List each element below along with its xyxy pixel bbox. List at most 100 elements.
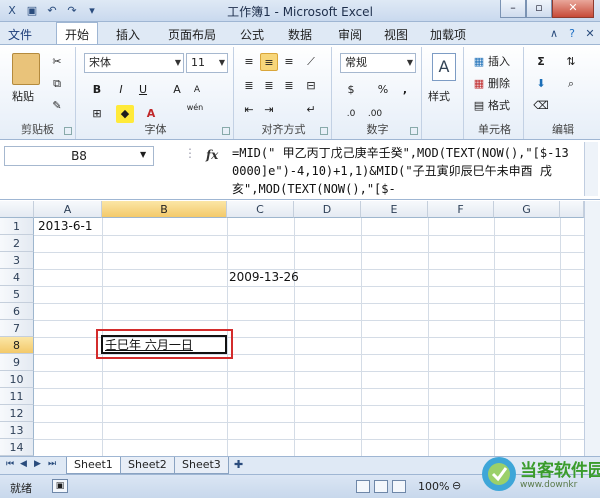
zoom-level[interactable]: 100% <box>418 480 449 493</box>
close-button[interactable]: ✕ <box>552 0 594 18</box>
align-bottom-icon[interactable]: ≡ <box>280 53 298 71</box>
select-all-corner[interactable] <box>0 201 34 218</box>
tab-view[interactable]: 视图 <box>384 26 408 43</box>
sheet-tab-sheet2[interactable]: Sheet2 <box>120 457 175 474</box>
tab-page-layout[interactable]: 页面布局 <box>168 26 216 43</box>
fill-icon[interactable]: ⬇ <box>532 75 550 93</box>
decrease-indent-icon[interactable]: ⇤ <box>240 101 258 119</box>
tab-formulas[interactable]: 公式 <box>240 26 264 43</box>
align-middle-icon[interactable]: ≡ <box>260 53 278 71</box>
sheet-tab-sheet3[interactable]: Sheet3 <box>174 457 229 474</box>
align-right-icon[interactable]: ≣ <box>280 77 298 95</box>
page-break-view-icon[interactable] <box>392 480 406 493</box>
chevron-down-icon[interactable]: ▼ <box>140 150 146 159</box>
autosum-button[interactable]: Σ <box>532 53 550 71</box>
tab-data[interactable]: 数据 <box>288 26 312 43</box>
row-header[interactable]: 13 <box>0 422 34 439</box>
italic-button[interactable]: I <box>112 81 130 99</box>
tab-insert[interactable]: 插入 <box>116 26 140 43</box>
row-header[interactable]: 6 <box>0 303 34 320</box>
minimize-ribbon-icon[interactable]: ∧ <box>546 26 562 42</box>
column-header[interactable]: D <box>294 201 361 218</box>
last-sheet-icon[interactable]: ⏭ <box>48 459 56 469</box>
cell-a1[interactable]: 2013-6-1 <box>38 218 92 235</box>
number-format-select[interactable]: 常规 ▼ <box>340 53 416 73</box>
row-header[interactable]: 11 <box>0 388 34 405</box>
clear-icon[interactable]: ⌫ <box>532 97 550 115</box>
row-header[interactable]: 12 <box>0 405 34 422</box>
increase-indent-icon[interactable]: ⇥ <box>260 101 278 119</box>
row-header[interactable]: 2 <box>0 235 34 252</box>
delete-button[interactable]: 删除 <box>488 76 510 92</box>
sheet-tab-sheet1[interactable]: Sheet1 <box>66 457 121 474</box>
row-header[interactable]: 3 <box>0 252 34 269</box>
styles-icon[interactable]: A <box>432 53 456 81</box>
prev-sheet-icon[interactable]: ◀ <box>20 459 27 469</box>
name-box[interactable]: B8 <box>4 146 154 166</box>
row-header[interactable]: 1 <box>0 218 34 235</box>
column-header[interactable]: G <box>494 201 560 218</box>
wrap-text-icon[interactable]: ↵ <box>302 101 320 119</box>
find-select-icon[interactable]: ⌕ <box>562 75 580 93</box>
insert-cells-icon[interactable]: ▦ <box>470 53 488 71</box>
currency-icon[interactable]: $ <box>342 81 360 99</box>
clipboard-launcher-icon[interactable] <box>64 127 72 135</box>
merge-center-icon[interactable]: ⊟ <box>302 77 320 95</box>
new-sheet-icon[interactable]: ✚ <box>234 458 243 471</box>
grow-font-icon[interactable]: A <box>168 81 186 99</box>
row-header[interactable]: 14 <box>0 439 34 456</box>
row-header[interactable]: 4 <box>0 269 34 286</box>
row-header[interactable]: 7 <box>0 320 34 337</box>
column-header[interactable]: B <box>102 201 227 218</box>
font-launcher-icon[interactable] <box>222 127 230 135</box>
paste-button[interactable]: 粘贴 <box>12 89 34 105</box>
underline-button[interactable]: U <box>134 81 152 99</box>
number-launcher-icon[interactable] <box>410 127 418 135</box>
row-header[interactable]: 5 <box>0 286 34 303</box>
column-header[interactable]: F <box>428 201 494 218</box>
insert-button[interactable]: 插入 <box>488 54 510 70</box>
copy-icon[interactable]: ⧉ <box>48 75 66 93</box>
cell-c4[interactable]: 2009-13-26 <box>229 269 299 286</box>
row-header[interactable]: 9 <box>0 354 34 371</box>
alignment-launcher-icon[interactable] <box>320 127 328 135</box>
align-left-icon[interactable]: ≣ <box>240 77 258 95</box>
format-cells-icon[interactable]: ▤ <box>470 97 488 115</box>
column-header[interactable]: C <box>227 201 294 218</box>
drag-handle-icon[interactable]: ⋮ <box>184 146 196 160</box>
formula-scrollbar[interactable] <box>584 142 598 196</box>
font-name-select[interactable]: 宋体 ▼ <box>84 53 184 73</box>
zoom-out-icon[interactable]: ⊖ <box>452 479 461 492</box>
align-top-icon[interactable]: ≡ <box>240 53 258 71</box>
normal-view-icon[interactable] <box>356 480 370 493</box>
column-header[interactable]: E <box>361 201 428 218</box>
help-icon[interactable]: ? <box>564 26 580 42</box>
comma-style-button[interactable]: , <box>396 81 414 99</box>
cut-icon[interactable]: ✂ <box>48 53 66 71</box>
window-close-icon[interactable]: ✕ <box>582 26 598 42</box>
shrink-font-icon[interactable]: A <box>188 81 206 99</box>
styles-button[interactable]: 样式 <box>428 89 450 105</box>
row-header[interactable]: 8 <box>0 337 34 354</box>
format-painter-icon[interactable]: ✎ <box>48 97 66 115</box>
align-center-icon[interactable]: ≣ <box>260 77 278 95</box>
next-sheet-icon[interactable]: ▶ <box>34 459 41 469</box>
active-cell-b8[interactable]: 壬巳年 六月一日 <box>101 335 227 354</box>
delete-cells-icon[interactable]: ▦ <box>470 75 488 93</box>
bold-button[interactable]: B <box>88 81 106 99</box>
orientation-icon[interactable]: ⟋ <box>302 53 320 71</box>
minimize-button[interactable]: – <box>500 0 526 18</box>
insert-function-button[interactable]: fx <box>206 148 218 162</box>
vertical-scrollbar[interactable] <box>584 201 600 456</box>
format-button[interactable]: 格式 <box>488 98 510 114</box>
worksheet-grid[interactable]: A B C D E F G 1 2 3 4 5 6 7 8 9 10 11 12… <box>0 201 600 456</box>
font-size-select[interactable]: 11 ▼ <box>186 53 228 73</box>
tab-home[interactable]: 开始 <box>56 22 99 44</box>
paste-icon[interactable] <box>12 53 40 85</box>
formula-input[interactable]: =MID(" 甲乙丙丁戊己庚辛壬癸",MOD(TEXT(NOW(),"[$-13… <box>232 144 572 198</box>
sort-filter-icon[interactable]: ⇅ <box>562 53 580 71</box>
tab-addins[interactable]: 加载项 <box>430 26 466 43</box>
page-layout-view-icon[interactable] <box>374 480 388 493</box>
tab-file[interactable]: 文件 <box>8 26 32 43</box>
column-header[interactable]: A <box>34 201 102 218</box>
